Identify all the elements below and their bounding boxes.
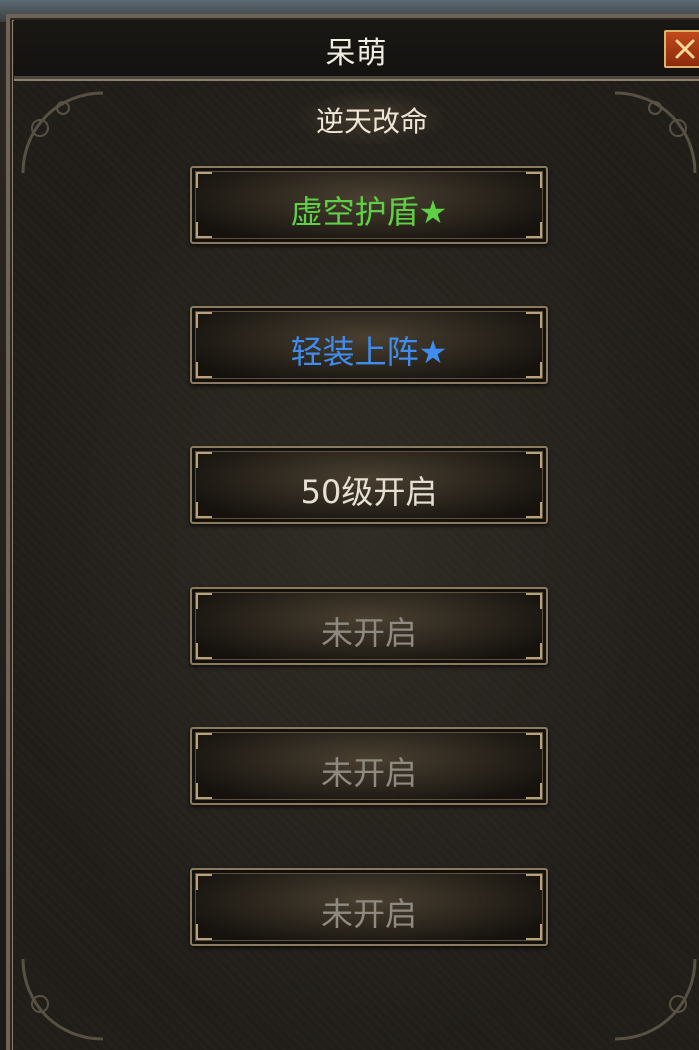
- skill-slot-5-label: 未开启: [320, 754, 417, 792]
- close-button[interactable]: [664, 30, 699, 68]
- corner-ornament-top-left: [21, 91, 104, 174]
- corner-ornament-bottom-right: [614, 958, 697, 1041]
- skill-slot-2-button[interactable]: 轻装上阵★: [190, 306, 548, 384]
- window-title: 呆萌: [325, 36, 388, 71]
- corner-ornament-bottom-left: [21, 958, 104, 1041]
- subtitle-plate: 逆天改命: [300, 92, 444, 144]
- skill-slot-2-label: 轻装上阵★: [290, 333, 448, 371]
- skill-slot-6-label: 未开启: [320, 895, 417, 933]
- skill-slot-1-label: 虚空护盾★: [290, 193, 448, 231]
- skill-slot-1-button[interactable]: 虚空护盾★: [190, 166, 548, 244]
- panel-subtitle: 逆天改命: [315, 105, 428, 138]
- skill-slot-5-button[interactable]: 未开启: [190, 727, 548, 805]
- skill-slot-6-button[interactable]: 未开启: [190, 868, 548, 946]
- skill-slot-3-label: 50级开启: [300, 473, 438, 511]
- title-bar: 呆萌: [14, 20, 699, 79]
- corner-ornament-top-right: [614, 91, 697, 174]
- skill-slot-4-label: 未开启: [320, 614, 417, 652]
- game-screen: 呆萌 逆天改命 虚空护盾★ 轻装上阵★ 50级开启 未开启 未开启 未开启: [0, 0, 699, 1050]
- close-x-icon: [675, 39, 695, 59]
- skill-slot-4-button[interactable]: 未开启: [190, 587, 548, 665]
- skill-slot-3-button[interactable]: 50级开启: [190, 446, 548, 524]
